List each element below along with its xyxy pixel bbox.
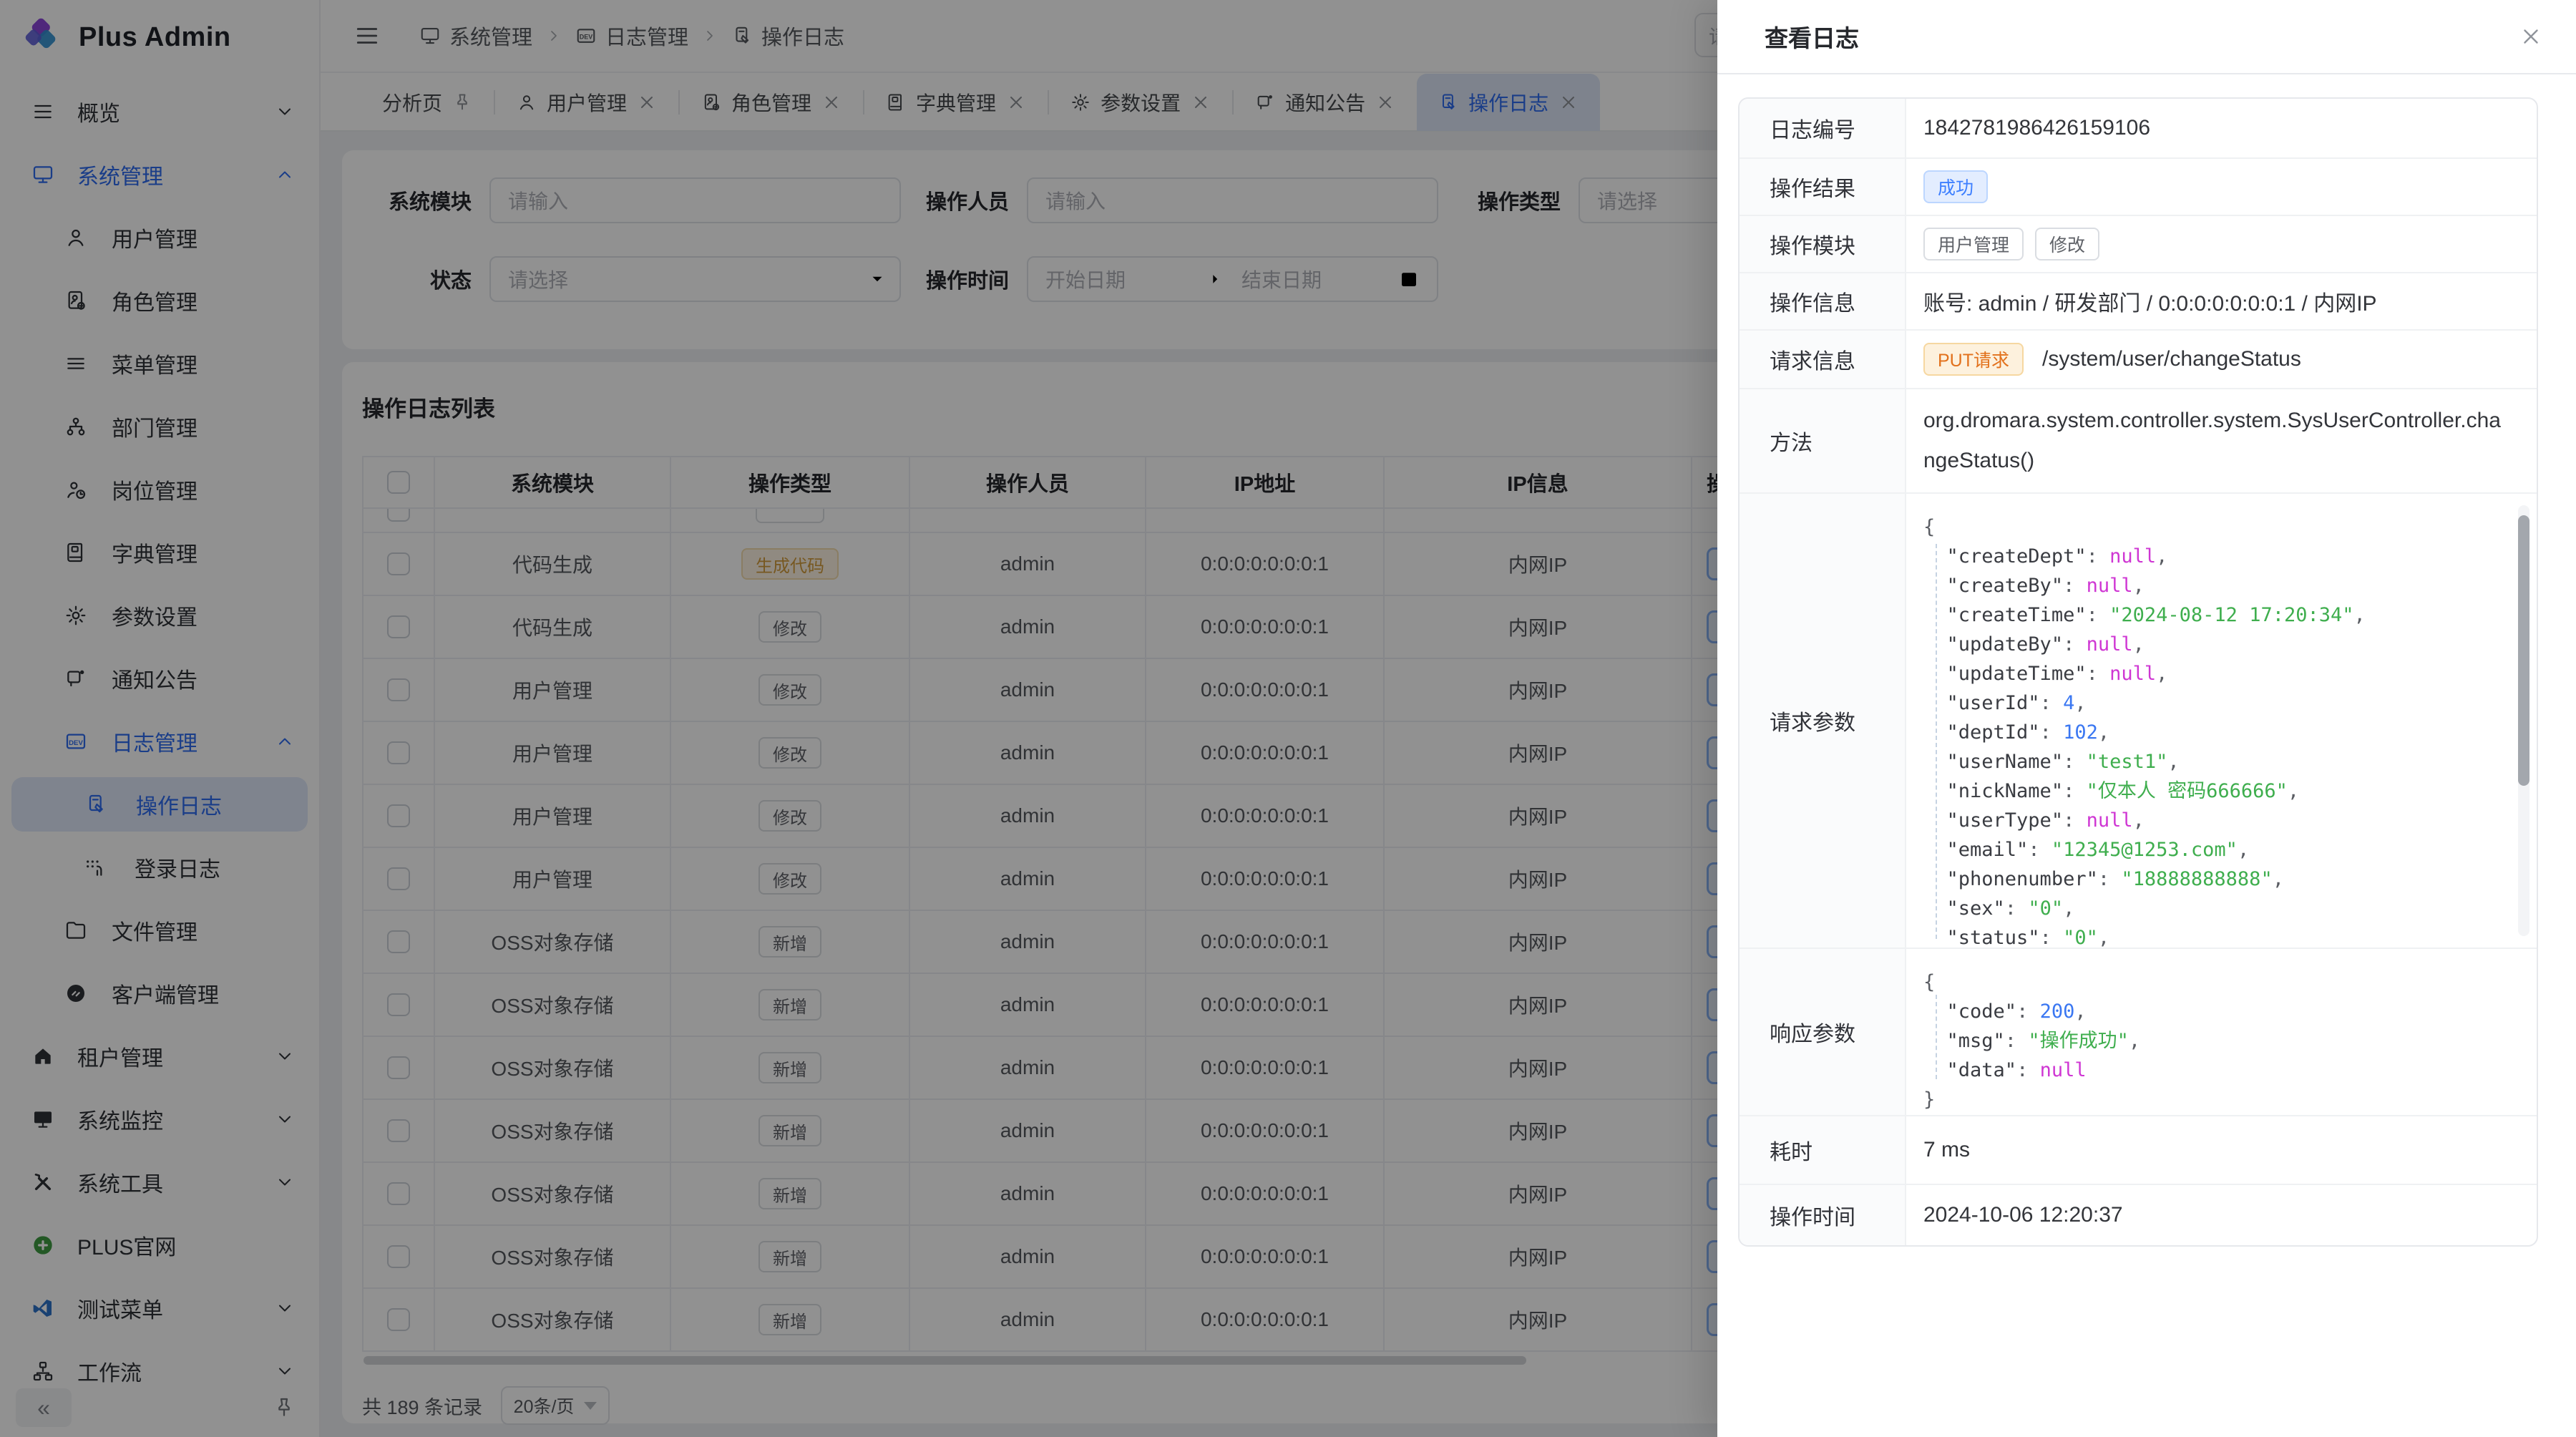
module-tag: 用户管理 (1923, 228, 2024, 260)
field-value-log-id: 1842781986426159106 (1906, 99, 2537, 157)
field-label-time: 操作时间 (1740, 1185, 1906, 1245)
code-line: "updateBy": null, (1923, 630, 2494, 659)
request-url: /system/user/changeStatus (2042, 347, 2301, 371)
code-line: "data": null (1923, 1056, 2494, 1085)
log-detail-drawer: 查看日志 日志编号 1842781986426159106 操作结果 成功 操作… (1717, 0, 2576, 1437)
field-label-duration: 耗时 (1740, 1116, 1906, 1184)
code-line: "deptId": 102, (1923, 718, 2494, 747)
request-method-tag: PUT请求 (1923, 343, 2024, 376)
screen: Plus Admin 概览系统管理用户管理角色管理菜单管理部门管理岗位管理字典管… (0, 0, 2576, 1437)
field-label-method: 方法 (1740, 389, 1906, 492)
modal-dim-overlay[interactable] (0, 0, 1717, 1437)
field-label-result: 操作结果 (1740, 159, 1906, 215)
field-label-request: 请求信息 (1740, 331, 1906, 388)
field-label-log-id: 日志编号 (1740, 99, 1906, 157)
field-label-request-params: 请求参数 (1740, 494, 1906, 948)
field-label-response-params: 响应参数 (1740, 949, 1906, 1115)
code-line: "createBy": null, (1923, 571, 2494, 600)
code-line: "userName": "test1", (1923, 747, 2494, 776)
field-value-info: 账号: admin / 研发部门 / 0:0:0:0:0:0:0:1 / 内网I… (1906, 273, 2537, 329)
indent-guide (1936, 544, 1937, 939)
code-line: "nickName": "仅本人 密码666666", (1923, 776, 2494, 806)
code-scrollbar-thumb[interactable] (2518, 515, 2529, 786)
field-label-module: 操作模块 (1740, 216, 1906, 272)
response-params-code: { "code": 200, "msg": "操作成功", "data": nu… (1906, 949, 2537, 1115)
code-line: { (1923, 968, 2494, 997)
code-scrollbar[interactable] (2518, 505, 2529, 936)
code-line: } (1923, 1085, 2494, 1114)
code-line: "email": "12345@1253.com", (1923, 835, 2494, 864)
indent-guide (1936, 995, 1937, 1079)
code-line: "createTime": "2024-08-12 17:20:34", (1923, 600, 2494, 630)
code-line: "userId": 4, (1923, 688, 2494, 718)
module-action-tag: 修改 (2035, 228, 2099, 260)
result-tag: 成功 (1923, 170, 1988, 203)
code-line: "code": 200, (1923, 997, 2494, 1026)
code-line: "msg": "操作成功", (1923, 1026, 2494, 1056)
code-line: "userType": null, (1923, 806, 2494, 835)
field-value-method: org.dromara.system.controller.system.Sys… (1906, 389, 2537, 492)
code-line: "updateTime": null, (1923, 659, 2494, 688)
request-params-code: { "createDept": null, "createBy": null, … (1906, 494, 2537, 948)
code-line: "sex": "0", (1923, 894, 2494, 923)
code-line: "status": "0", (1923, 923, 2494, 948)
log-detail-table: 日志编号 1842781986426159106 操作结果 成功 操作模块 用户… (1738, 97, 2538, 1247)
drawer-title: 查看日志 (1765, 19, 1859, 54)
close-icon[interactable] (2519, 24, 2543, 49)
drawer-header: 查看日志 (1717, 0, 2576, 74)
field-value-duration: 7 ms (1906, 1116, 2537, 1184)
code-line: "createDept": null, (1923, 542, 2494, 571)
code-line: { (1923, 512, 2494, 542)
code-line: "phonenumber": "18888888888", (1923, 864, 2494, 894)
field-value-time: 2024-10-06 12:20:37 (1906, 1185, 2537, 1245)
field-label-info: 操作信息 (1740, 273, 1906, 329)
